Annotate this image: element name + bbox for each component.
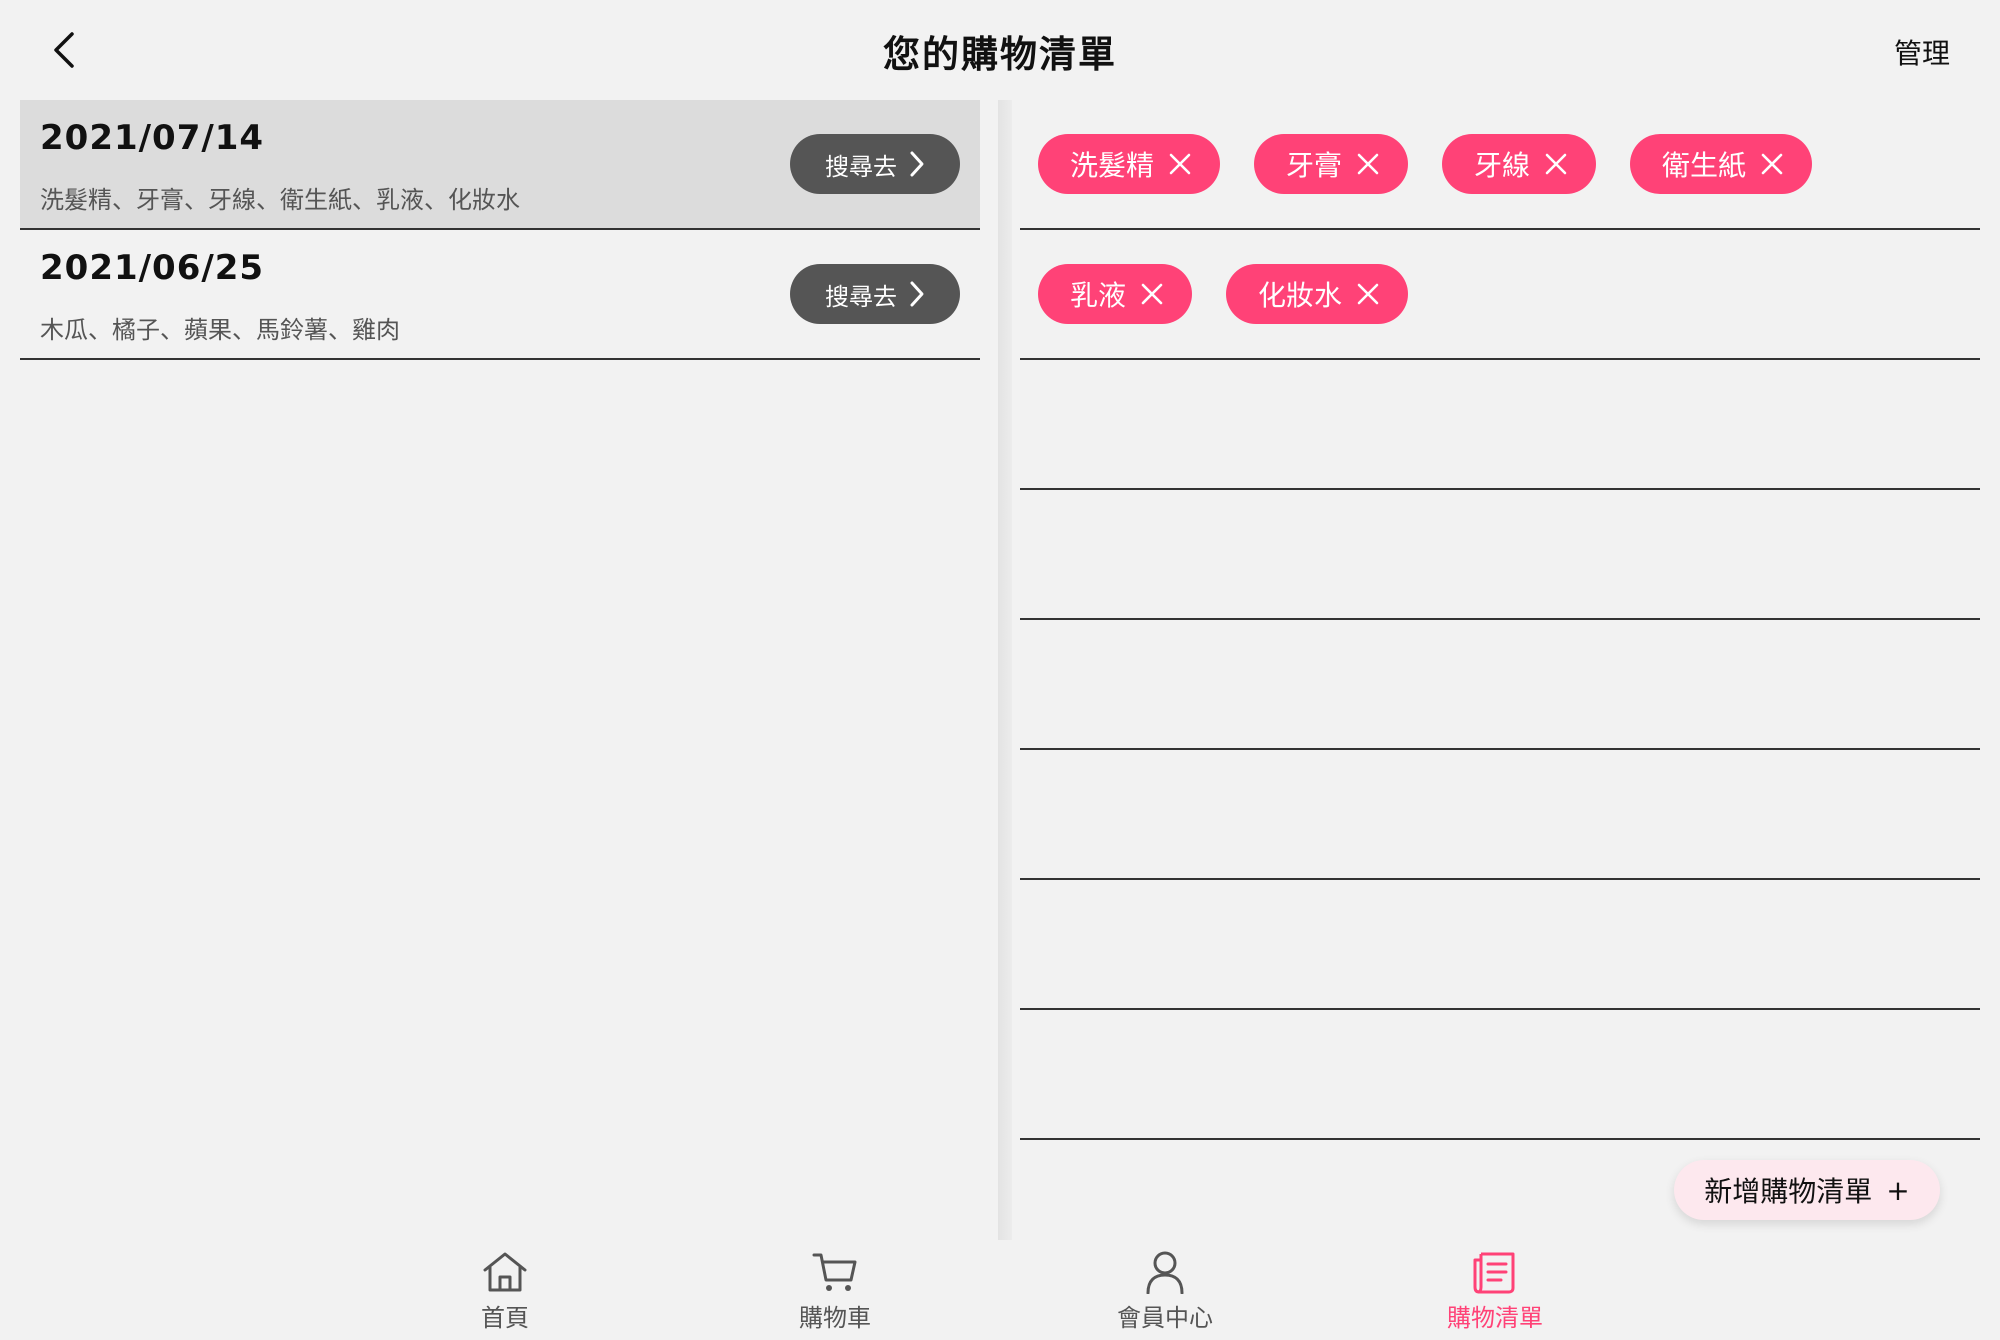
item-tag[interactable]: 牙膏 <box>1254 134 1409 194</box>
nav-item-shopping-list[interactable]: 購物清單 <box>1415 1250 1575 1333</box>
home-icon <box>483 1252 527 1292</box>
nav-item-home[interactable]: 首頁 <box>425 1250 585 1333</box>
empty-row[interactable] <box>1020 750 1980 880</box>
search-go-button[interactable]: 搜尋去 <box>790 264 960 324</box>
plus-icon: + <box>1886 1173 1910 1207</box>
item-tag[interactable]: 化妝水 <box>1226 264 1409 324</box>
remove-icon[interactable] <box>1356 152 1380 176</box>
nav-label-cart: 購物車 <box>799 1304 871 1332</box>
item-tag-label: 化妝水 <box>1258 279 1343 312</box>
nav-label-home: 首頁 <box>481 1304 529 1332</box>
tag-row: 乳液 化妝水 <box>1020 230 1980 360</box>
page-title: 您的購物清單 <box>883 33 1117 76</box>
empty-row[interactable] <box>1020 880 1980 1010</box>
list-items-summary: 木瓜、橘子、蘋果、馬鈴薯、雞肉 <box>40 316 400 344</box>
nav-item-cart[interactable]: 購物車 <box>755 1250 915 1333</box>
list-date: 2021/07/14 <box>40 118 265 158</box>
list-items-summary: 洗髮精、牙膏、牙線、衛生紙、乳液、化妝水 <box>40 186 520 214</box>
bottom-nav: 首頁 購物車 會員中心 購物清單 <box>0 1240 2000 1340</box>
add-shopping-list-button[interactable]: 新增購物清單 + <box>1674 1160 1940 1220</box>
item-tag-label: 乳液 <box>1070 279 1127 312</box>
item-tag[interactable]: 乳液 <box>1038 264 1193 324</box>
remove-icon[interactable] <box>1544 152 1568 176</box>
item-tag[interactable]: 衛生紙 <box>1630 134 1813 194</box>
remove-icon[interactable] <box>1140 282 1164 306</box>
cart-icon <box>812 1253 857 1291</box>
list-detail-panel: 洗髮精 牙膏 牙線 衛生紙 乳液 化妝水 <box>1020 100 1980 1140</box>
empty-row[interactable] <box>1020 360 1980 490</box>
nav-item-member[interactable]: 會員中心 <box>1085 1250 1245 1333</box>
search-go-label: 搜尋去 <box>825 282 897 311</box>
list-date: 2021/06/25 <box>40 248 265 288</box>
item-tag-label: 洗髮精 <box>1070 149 1155 182</box>
item-tag[interactable]: 洗髮精 <box>1038 134 1221 194</box>
list-row[interactable]: 2021/07/14 洗髮精、牙膏、牙線、衛生紙、乳液、化妝水 搜尋去 <box>20 100 980 230</box>
item-tag-label: 衛生紙 <box>1662 149 1747 182</box>
add-shopping-list-label: 新增購物清單 <box>1704 1175 1873 1208</box>
remove-icon[interactable] <box>1168 152 1192 176</box>
manage-button[interactable]: 管理 <box>1894 32 1950 72</box>
chevron-right-icon <box>910 281 924 307</box>
empty-row[interactable] <box>1020 620 1980 750</box>
search-go-button[interactable]: 搜尋去 <box>790 134 960 194</box>
chevron-right-icon <box>910 151 924 177</box>
item-tag[interactable]: 牙線 <box>1442 134 1597 194</box>
panel-divider <box>998 100 1012 1240</box>
nav-label-shopping-list: 購物清單 <box>1447 1304 1543 1332</box>
item-tag-label: 牙膏 <box>1286 149 1343 182</box>
list-icon <box>1473 1252 1515 1294</box>
list-row[interactable]: 2021/06/25 木瓜、橘子、蘋果、馬鈴薯、雞肉 搜尋去 <box>20 230 980 360</box>
user-icon <box>1146 1251 1184 1294</box>
shopping-list-screen: 您的購物清單 管理 2021/07/14 洗髮精、牙膏、牙線、衛生紙、乳液、化妝… <box>0 0 2000 1340</box>
item-tag-label: 牙線 <box>1474 149 1531 182</box>
nav-label-member: 會員中心 <box>1117 1304 1213 1332</box>
remove-icon[interactable] <box>1760 152 1784 176</box>
empty-row[interactable] <box>1020 490 1980 620</box>
empty-row[interactable] <box>1020 1010 1980 1140</box>
tag-row: 洗髮精 牙膏 牙線 衛生紙 <box>1020 100 1980 230</box>
top-header: 您的購物清單 管理 <box>0 0 2000 100</box>
remove-icon[interactable] <box>1356 282 1380 306</box>
saved-lists-panel: 2021/07/14 洗髮精、牙膏、牙線、衛生紙、乳液、化妝水 搜尋去 2021… <box>20 100 980 360</box>
search-go-label: 搜尋去 <box>825 152 897 181</box>
